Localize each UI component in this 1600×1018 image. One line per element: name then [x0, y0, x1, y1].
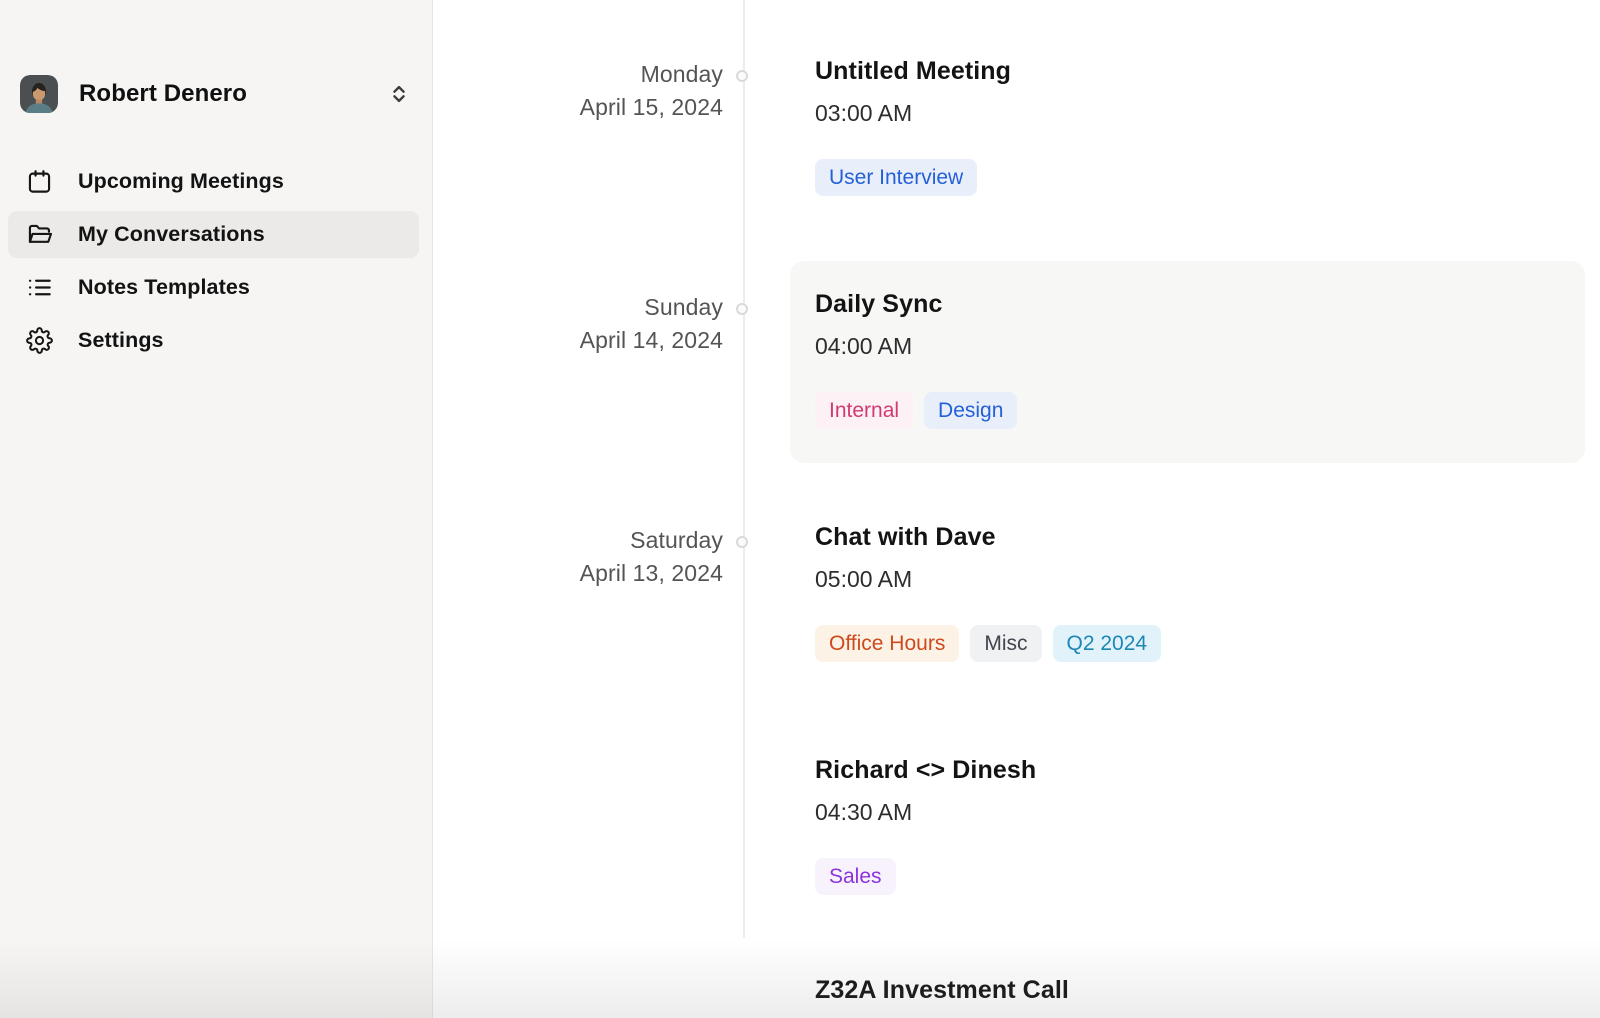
calendar-icon: [26, 168, 53, 195]
meeting-card-z32a-investment-call[interactable]: Z32A Investment Call: [790, 947, 1585, 1018]
tag-design[interactable]: Design: [924, 392, 1017, 429]
sidebar-item-label: Upcoming Meetings: [78, 169, 284, 194]
meeting-tags: User Interview: [815, 159, 1585, 196]
conversations-timeline: Monday April 15, 2024 Sunday April 14, 2…: [433, 0, 1600, 1018]
meeting-time: 05:00 AM: [815, 564, 1585, 594]
meeting-tags: Internal Design: [815, 392, 1585, 429]
timeline-dot: [736, 70, 748, 82]
avatar: [20, 75, 58, 113]
meeting-tags: Office Hours Misc Q2 2024: [815, 625, 1585, 662]
tag-office-hours[interactable]: Office Hours: [815, 625, 959, 662]
sidebar-item-settings[interactable]: Settings: [8, 317, 419, 364]
meeting-card-richard-dinesh[interactable]: Richard <> Dinesh 04:30 AM Sales: [790, 727, 1585, 922]
meeting-title: Untitled Meeting: [815, 55, 1585, 87]
timeline-dot: [736, 536, 748, 548]
sidebar-item-notes-templates[interactable]: Notes Templates: [8, 264, 419, 311]
sidebar-nav: Upcoming Meetings My Conversations Notes…: [8, 158, 419, 370]
tag-sales[interactable]: Sales: [815, 858, 896, 895]
sidebar: Robert Denero Upcoming Meetings: [0, 0, 433, 1018]
timeline-dot: [736, 303, 748, 315]
meeting-card-chat-with-dave[interactable]: Chat with Dave 05:00 AM Office Hours Mis…: [790, 494, 1585, 689]
tag-misc[interactable]: Misc: [970, 625, 1041, 662]
tag-q2-2024[interactable]: Q2 2024: [1053, 625, 1162, 662]
account-switcher[interactable]: Robert Denero: [20, 72, 410, 116]
meeting-time: 04:30 AM: [815, 797, 1585, 827]
meeting-title: Daily Sync: [815, 288, 1585, 320]
date-day: Saturday: [443, 524, 723, 557]
date-full: April 14, 2024: [443, 324, 723, 357]
list-icon: [26, 274, 53, 301]
sidebar-item-label: My Conversations: [78, 222, 265, 247]
folder-icon: [26, 221, 53, 248]
date-full: April 13, 2024: [443, 557, 723, 590]
tag-internal[interactable]: Internal: [815, 392, 913, 429]
date-group: Saturday April 13, 2024: [443, 524, 723, 590]
date-group: Sunday April 14, 2024: [443, 291, 723, 357]
meeting-tags: Sales: [815, 858, 1585, 895]
tag-user-interview[interactable]: User Interview: [815, 159, 977, 196]
meeting-title: Richard <> Dinesh: [815, 754, 1585, 786]
sidebar-item-label: Notes Templates: [78, 275, 250, 300]
meeting-card-untitled-meeting[interactable]: Untitled Meeting 03:00 AM User Interview: [790, 28, 1585, 223]
timeline-line: [743, 0, 745, 938]
meeting-card-daily-sync[interactable]: Daily Sync 04:00 AM Internal Design: [790, 261, 1585, 463]
gear-icon: [26, 327, 53, 354]
date-day: Sunday: [443, 291, 723, 324]
meeting-title: Z32A Investment Call: [815, 974, 1585, 1006]
meeting-title: Chat with Dave: [815, 521, 1585, 553]
date-full: April 15, 2024: [443, 91, 723, 124]
date-day: Monday: [443, 58, 723, 91]
sidebar-item-upcoming-meetings[interactable]: Upcoming Meetings: [8, 158, 419, 205]
meeting-time: 03:00 AM: [815, 98, 1585, 128]
date-group: Monday April 15, 2024: [443, 58, 723, 124]
meeting-time: 04:00 AM: [815, 331, 1585, 361]
user-name: Robert Denero: [79, 80, 247, 108]
sidebar-item-my-conversations[interactable]: My Conversations: [8, 211, 419, 258]
account-chevron-updown-icon[interactable]: [388, 82, 410, 106]
sidebar-item-label: Settings: [78, 328, 164, 353]
